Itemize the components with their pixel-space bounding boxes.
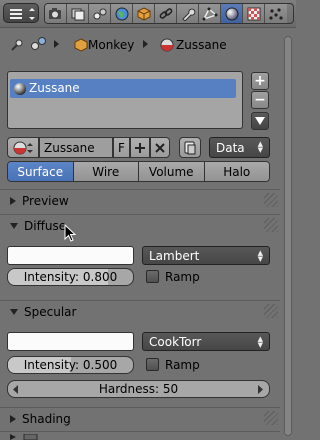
- constraint-chain-icon: [159, 7, 172, 19]
- specular-intensity-label: Intensity: 0.500: [23, 358, 118, 372]
- collapsed-arrow-icon: [10, 197, 16, 205]
- panel-drag-grip[interactable]: [264, 218, 278, 232]
- new-material-button[interactable]: [130, 137, 150, 158]
- specular-shader-value: CookTorr: [149, 334, 202, 349]
- breadcrumb-arrow-icon: [143, 40, 149, 48]
- next-panel-arrow-icon: [10, 434, 38, 440]
- breadcrumb-object: Monkey: [88, 38, 135, 52]
- object-data-icon: [30, 36, 48, 52]
- panel-drag-grip[interactable]: [264, 193, 278, 207]
- tab-world[interactable]: [111, 4, 133, 23]
- editor-type-icon: [10, 8, 35, 20]
- plus-icon: [135, 142, 145, 153]
- specular-shader-dropdown[interactable]: CookTorr ▲ ▼: [142, 332, 270, 351]
- mesh-data-icon: [202, 7, 217, 20]
- panel-drag-grip[interactable]: [264, 411, 278, 425]
- tab-modifiers[interactable]: [177, 4, 199, 23]
- add-slot-button[interactable]: +: [251, 72, 269, 90]
- diffuse-ramp-label: Ramp: [165, 270, 200, 284]
- diffuse-intensity-slider[interactable]: Intensity: 0.800: [7, 268, 134, 286]
- tab-object-data[interactable]: [199, 4, 221, 23]
- pin-icon[interactable]: [10, 38, 24, 52]
- fake-user-button[interactable]: F: [113, 137, 130, 158]
- down-arrow-icon: [255, 117, 265, 125]
- preview-panel-header[interactable]: Preview: [0, 190, 280, 212]
- particles-icon: [269, 7, 283, 20]
- mouse-cursor-icon: [64, 224, 77, 242]
- tab-particles[interactable]: [265, 4, 287, 23]
- material-slot-row[interactable]: Zussane: [10, 79, 236, 98]
- tab-texture[interactable]: [243, 4, 265, 23]
- object-cube-icon: [74, 38, 88, 52]
- decrement-arrow-icon: [13, 385, 18, 394]
- shading-panel-title: Shading: [22, 412, 71, 426]
- specular-hardness-slider[interactable]: Hardness: 50: [7, 380, 270, 398]
- slot-specials-menu[interactable]: [251, 112, 269, 130]
- diffuse-color-swatch[interactable]: [7, 246, 134, 265]
- material-name-value: Zussane: [44, 140, 95, 155]
- render-layers-icon: [71, 8, 84, 20]
- tab-surface[interactable]: Surface: [8, 162, 74, 181]
- tab-scene[interactable]: [89, 4, 111, 23]
- scene-icon: [93, 8, 106, 19]
- texture-checker-icon: [247, 7, 260, 20]
- material-sphere-icon: [160, 38, 174, 52]
- panel-drag-grip[interactable]: [264, 304, 278, 318]
- specular-hardness-label: Hardness: 50: [98, 382, 179, 396]
- diffuse-shader-value: Lambert: [149, 248, 200, 263]
- specular-ramp-checkbox[interactable]: [146, 358, 159, 371]
- specular-intensity-slider[interactable]: Intensity: 0.500: [7, 356, 134, 374]
- diffuse-panel-title: Diffuse: [24, 219, 67, 233]
- collapsed-arrow-icon: [10, 415, 16, 423]
- increment-arrow-icon: [258, 385, 263, 394]
- tab-constraints[interactable]: [155, 4, 177, 23]
- link-dropdown[interactable]: Data ▲ ▼: [209, 137, 270, 158]
- preview-panel-title: Preview: [22, 194, 69, 208]
- panel-divider: [0, 431, 280, 432]
- specular-color-swatch[interactable]: [7, 332, 134, 351]
- remove-slot-button[interactable]: −: [251, 91, 269, 109]
- material-browse-icon: [13, 141, 33, 154]
- scrollbar-thumb[interactable]: [284, 36, 292, 436]
- camera-icon: [48, 7, 61, 19]
- shading-panel-header[interactable]: Shading: [0, 408, 280, 430]
- copy-paste-icon: [184, 141, 196, 154]
- specular-panel-header[interactable]: Specular: [0, 301, 280, 323]
- diffuse-intensity-label: Intensity: 0.800: [23, 270, 118, 284]
- dropdown-arrows-icon: ▲ ▼: [257, 335, 263, 349]
- breadcrumb-material: Zussane: [176, 38, 227, 52]
- specular-ramp-label: Ramp: [165, 358, 200, 372]
- editor-type-menu[interactable]: [3, 3, 39, 23]
- breadcrumb-arrow-icon: [54, 40, 60, 48]
- tab-volume[interactable]: Volume: [139, 162, 205, 181]
- tab-object[interactable]: [133, 4, 155, 23]
- material-name-field[interactable]: Zussane: [39, 137, 113, 158]
- dropdown-arrows-icon: ▲ ▼: [257, 140, 263, 154]
- tab-render[interactable]: [45, 4, 67, 23]
- material-type-tabs: Surface Wire Volume Halo: [7, 161, 270, 182]
- close-icon: [155, 142, 165, 153]
- material-sphere-icon: [225, 7, 238, 20]
- link-dropdown-value: Data: [216, 140, 245, 155]
- object-cube-icon: [137, 6, 150, 21]
- tab-wire[interactable]: Wire: [73, 162, 139, 181]
- expanded-arrow-icon: [10, 223, 18, 229]
- expanded-arrow-icon: [10, 309, 18, 315]
- tab-material[interactable]: [221, 4, 243, 23]
- diffuse-shader-dropdown[interactable]: Lambert ▲ ▼: [142, 246, 270, 265]
- diffuse-panel-header[interactable]: Diffuse: [0, 215, 280, 237]
- dropdown-arrows-icon: ▲ ▼: [257, 249, 263, 263]
- wrench-icon: [181, 8, 195, 21]
- world-icon: [115, 7, 128, 20]
- specular-panel-title: Specular: [24, 305, 77, 319]
- unlink-material-button[interactable]: [150, 137, 170, 158]
- copy-material-button[interactable]: [179, 137, 201, 158]
- material-sphere-icon: [14, 83, 26, 95]
- diffuse-ramp-checkbox[interactable]: [146, 270, 159, 283]
- properties-context-tabs: [44, 3, 294, 24]
- material-slot-label: Zussane: [29, 81, 80, 95]
- tab-halo[interactable]: Halo: [204, 162, 269, 181]
- tab-render-layers[interactable]: [67, 4, 89, 23]
- browse-material-button[interactable]: [7, 137, 39, 158]
